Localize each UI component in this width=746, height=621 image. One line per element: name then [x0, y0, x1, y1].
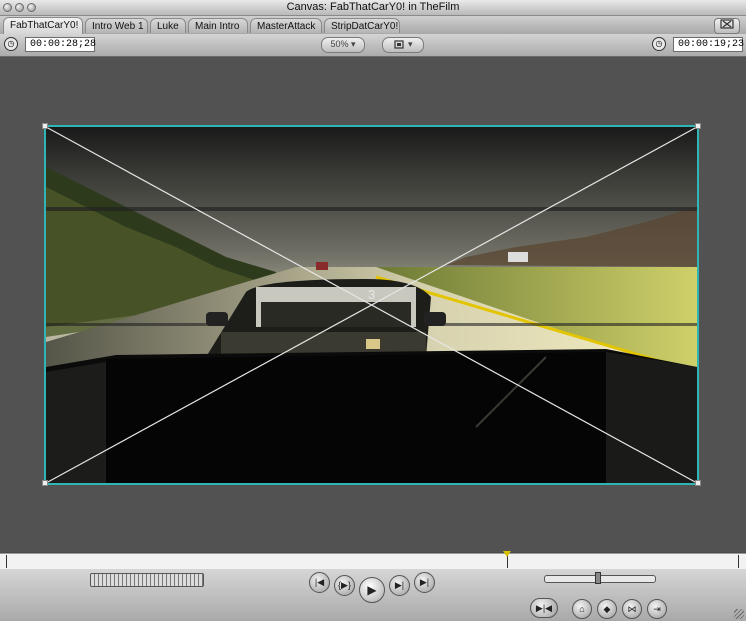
chevron-down-icon: ▾ [351, 39, 356, 49]
transport-bar: |◀ {▶} ▶ ▶| ▶| ▶|◀ ⌂ ◆ ⋈ ⇥ [0, 569, 746, 621]
window-title: Canvas: FabThatCarY0! in TheFilm [286, 1, 460, 13]
play-in-to-out-button[interactable]: {▶} [334, 575, 355, 596]
tab-fabthatcary0[interactable]: FabThatCarY0! [3, 17, 83, 34]
playhead[interactable] [503, 551, 511, 568]
add-marker-button[interactable]: ◆ [597, 599, 617, 619]
current-time-clock-icon: ◷ [652, 37, 666, 51]
current-timecode[interactable]: 00:00:19;23 [673, 37, 744, 52]
view-mode-popup[interactable]: ▾ [382, 37, 424, 53]
tab-main-intro[interactable]: Main Intro [188, 18, 248, 33]
zoom-value: 50% [330, 39, 349, 49]
bowtie-icon: ⋈ [627, 604, 637, 614]
wireframe-handle-bottom-right[interactable] [695, 480, 701, 486]
play-around-current-button[interactable]: ▶| [389, 575, 410, 596]
play-button[interactable]: ▶ [359, 577, 385, 603]
close-tab-icon [720, 19, 734, 29]
match-frame-icon: ▶|◀ [535, 603, 553, 613]
home-icon: ⌂ [579, 604, 585, 614]
shuttle-control[interactable] [90, 573, 204, 587]
jog-knob[interactable] [595, 572, 601, 584]
timeline-scrubber[interactable] [0, 551, 746, 570]
duration-timecode[interactable]: 00:00:28;28 [25, 37, 96, 52]
timeline-end-marker [6, 555, 7, 568]
play-icon: ▶ [367, 583, 377, 597]
tab-luke[interactable]: Luke [150, 18, 186, 33]
wireframe-handle-top-right[interactable] [695, 123, 701, 129]
wireframe-handle-bottom-left[interactable] [42, 480, 48, 486]
tab-masterattack[interactable]: MasterAttack [250, 18, 322, 33]
chevron-down-icon: ▾ [407, 39, 413, 49]
video-image [46, 127, 697, 483]
diamond-icon: ◆ [603, 604, 611, 614]
video-frame[interactable]: 3 [44, 125, 699, 485]
go-to-previous-edit-button[interactable]: |◀ [309, 572, 330, 593]
jog-control[interactable] [544, 572, 656, 584]
go-to-next-edit-icon: ▶| [419, 577, 430, 587]
playhead-marker-icon [503, 551, 511, 557]
timeline-end-marker [738, 555, 739, 568]
go-to-next-edit-button[interactable]: ▶| [414, 572, 435, 593]
close-tab-button[interactable] [714, 18, 740, 34]
tab-stripdatcary0[interactable]: StripDatCarY0! [324, 18, 400, 33]
insert-edit-button[interactable]: ⌂ [572, 599, 592, 619]
resize-grip-icon[interactable] [734, 609, 744, 619]
export-icon: ⇥ [653, 604, 661, 614]
play-around-icon: ▶| [394, 580, 405, 590]
add-keyframe-button[interactable]: ⋈ [622, 599, 642, 619]
play-in-to-out-icon: {▶} [338, 580, 351, 590]
zoom-popup[interactable]: 50% ▾ [321, 37, 365, 53]
go-to-previous-edit-icon: |◀ [314, 577, 325, 587]
match-frame-button[interactable]: ▶|◀ [530, 598, 558, 618]
tab-intro-web-1[interactable]: Intro Web 1 [85, 18, 148, 33]
duration-clock-icon: ◷ [4, 37, 18, 51]
canvas-control-bar: ◷ 00:00:28;28 50% ▾ ▾ ◷ 00:00:19;23 [0, 34, 746, 57]
title-bar: Canvas: FabThatCarY0! in TheFilm [0, 0, 746, 16]
view-mode-icon [394, 40, 405, 49]
tab-bar: FabThatCarY0! Intro Web 1 Luke Main Intr… [0, 16, 746, 35]
overlay-number: 3 [368, 287, 376, 302]
export-button[interactable]: ⇥ [647, 599, 667, 619]
wireframe-handle-top-left[interactable] [42, 123, 48, 129]
